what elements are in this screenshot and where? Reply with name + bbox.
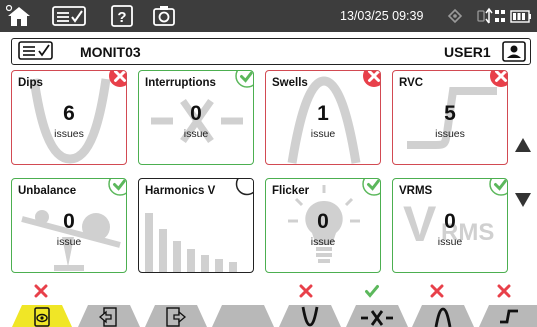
tile-title: Unbalance bbox=[18, 185, 77, 197]
status-bar: ? 13/03/25 09:39 bbox=[0, 0, 537, 32]
tab-blank[interactable] bbox=[212, 305, 274, 327]
home-icon[interactable] bbox=[6, 4, 32, 28]
tile-title: Swells bbox=[272, 77, 308, 89]
camera-icon[interactable] bbox=[152, 4, 176, 28]
issue-unit: issue bbox=[310, 128, 336, 140]
tab-next[interactable] bbox=[145, 305, 207, 327]
tile-title: Harmonics V bbox=[145, 185, 216, 197]
tab-rvc[interactable] bbox=[479, 305, 537, 327]
user-icon[interactable] bbox=[502, 41, 526, 62]
dip-waveform-icon bbox=[301, 306, 319, 327]
sync-status-icon bbox=[447, 8, 463, 24]
tile-title: Flicker bbox=[272, 185, 310, 197]
ok-check-icon bbox=[489, 179, 507, 196]
user-name: USER1 bbox=[444, 44, 491, 60]
tile-unbalance[interactable]: Unbalance 0 issue bbox=[11, 178, 127, 273]
status-error-mark bbox=[299, 284, 313, 298]
issue-unit: issues bbox=[54, 128, 84, 140]
issue-unit: issue bbox=[56, 236, 82, 248]
swell-waveform-icon bbox=[434, 307, 452, 327]
tile-dips[interactable]: Dips 6 issues bbox=[11, 70, 127, 165]
tab-view[interactable] bbox=[12, 305, 72, 327]
scroll-down-icon[interactable] bbox=[512, 186, 534, 212]
svg-text:?: ? bbox=[117, 9, 126, 26]
next-page-icon bbox=[166, 307, 187, 327]
status-ok-mark bbox=[365, 285, 379, 298]
battery-icon bbox=[510, 10, 531, 23]
status-error-mark bbox=[497, 284, 511, 298]
datetime: 13/03/25 09:39 bbox=[340, 9, 424, 23]
tile-swells[interactable]: Swells 1 issue bbox=[265, 70, 381, 165]
checklist-icon[interactable] bbox=[52, 4, 86, 28]
help-icon[interactable]: ? bbox=[110, 4, 134, 28]
issue-count: 1 bbox=[317, 102, 329, 125]
issue-count: 6 bbox=[63, 102, 75, 125]
title-bar: MONIT03 USER1 bbox=[11, 38, 531, 65]
tile-title: Dips bbox=[18, 77, 43, 89]
status-error-mark bbox=[34, 284, 48, 298]
tab-dips[interactable] bbox=[279, 305, 341, 327]
issue-unit: issues bbox=[435, 128, 465, 140]
issue-count: 5 bbox=[444, 102, 456, 125]
tile-rvc[interactable]: RVC 5 issues bbox=[392, 70, 508, 165]
issue-count: 0 bbox=[190, 102, 202, 125]
rvc-step-icon bbox=[500, 309, 518, 324]
tile-title: RVC bbox=[399, 77, 424, 89]
tab-swells[interactable] bbox=[412, 305, 474, 327]
tile-harmonics-v[interactable]: Harmonics V bbox=[138, 178, 254, 273]
status-error-mark bbox=[430, 284, 444, 298]
checklist-icon bbox=[18, 41, 53, 60]
issue-count: 0 bbox=[317, 210, 329, 233]
issue-count: 0 bbox=[444, 210, 456, 233]
tab-interruptions[interactable] bbox=[346, 305, 408, 327]
tile-title: VRMS bbox=[399, 185, 433, 197]
scroll-up-icon[interactable] bbox=[512, 133, 534, 159]
issue-unit: issue bbox=[310, 236, 336, 248]
tile-interruptions[interactable]: Interruptions 0 issue bbox=[138, 70, 254, 165]
issue-unit: issue bbox=[437, 236, 463, 248]
page-title: MONIT03 bbox=[80, 44, 141, 60]
tab-previous[interactable] bbox=[78, 305, 140, 327]
tile-flicker[interactable]: Flicker 0 issue bbox=[265, 178, 381, 273]
eye-icon bbox=[34, 307, 50, 327]
issue-unit: issue bbox=[183, 128, 209, 140]
connection-status-icon bbox=[477, 7, 505, 24]
previous-page-icon bbox=[98, 307, 117, 327]
monitoring-screen: ? 13/03/25 09:39 MONIT03 USER1 Dips 6 is… bbox=[0, 0, 537, 327]
interruption-waveform-icon bbox=[361, 310, 393, 326]
tile-vrms[interactable]: V RMS VRMS 0 issue bbox=[392, 178, 508, 273]
issue-count: 0 bbox=[63, 210, 75, 233]
tile-title: Interruptions bbox=[145, 77, 216, 89]
